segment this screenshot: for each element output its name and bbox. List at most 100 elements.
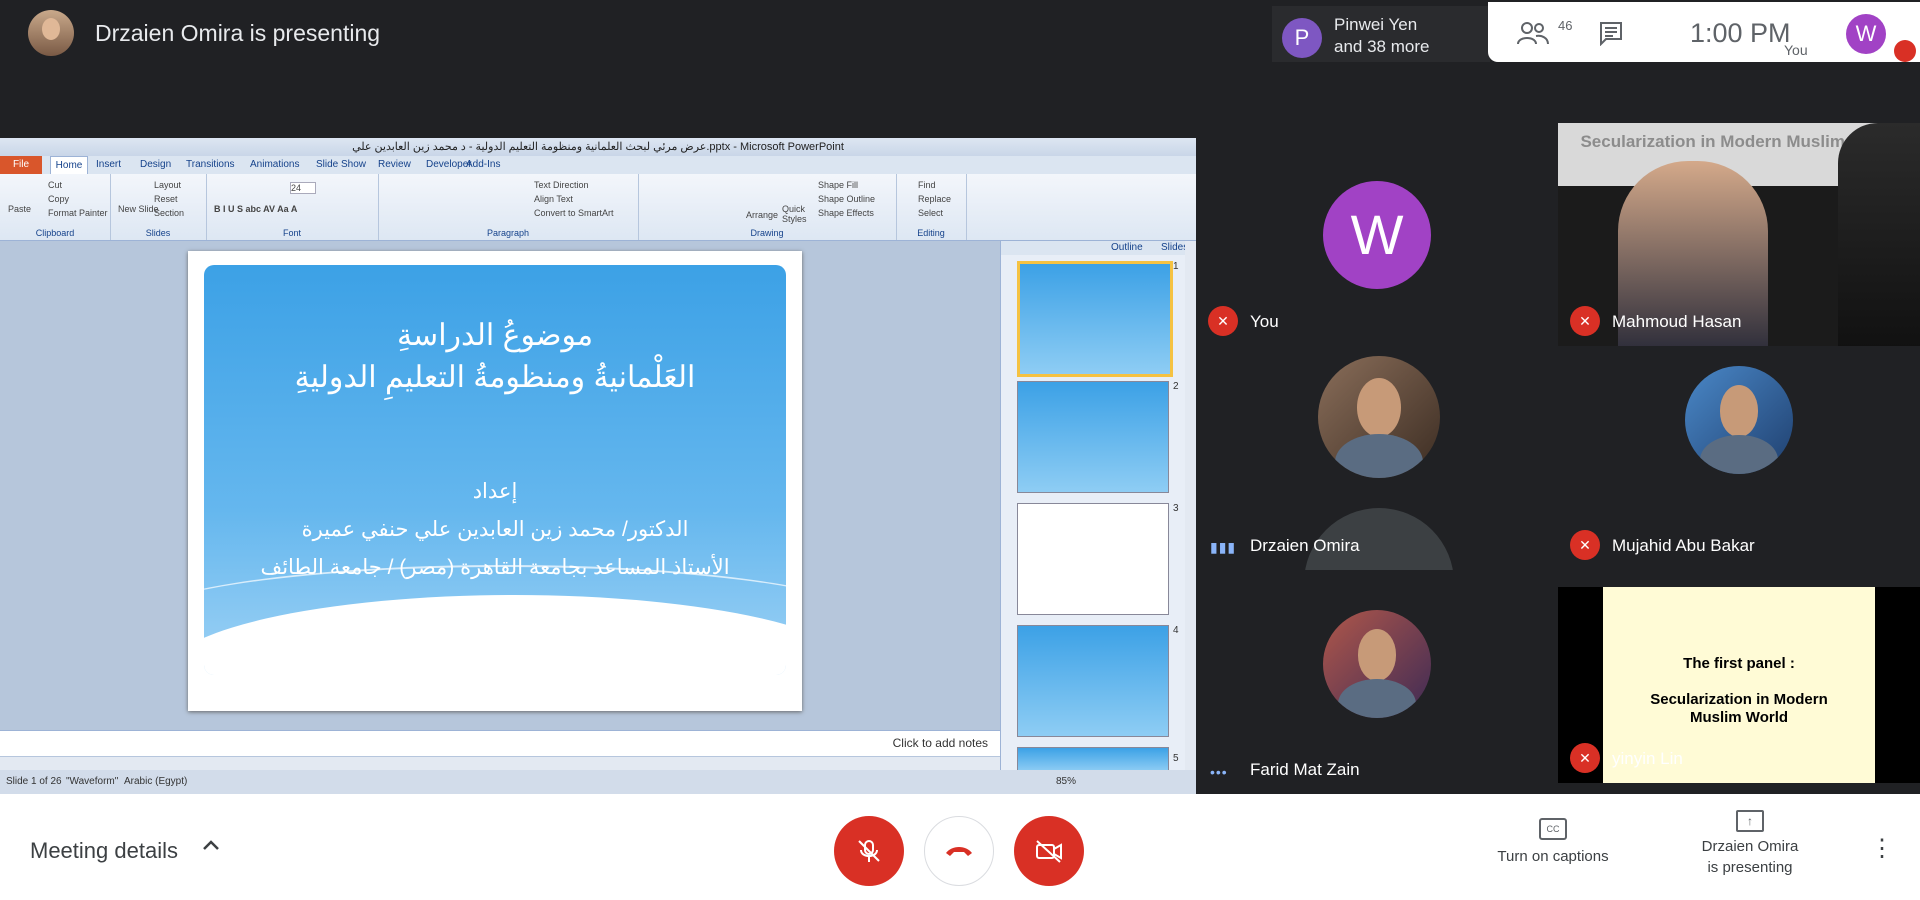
font-size-select[interactable]: 24 bbox=[290, 182, 316, 194]
mic-off-icon: ✕ bbox=[1570, 743, 1600, 773]
more-options-icon[interactable]: ⋮ bbox=[1870, 834, 1894, 863]
tile-mujahid-abu-bakar[interactable]: ✕ Mujahid Abu Bakar bbox=[1558, 346, 1920, 570]
paste-button[interactable]: Paste bbox=[8, 204, 31, 214]
text-direction-button[interactable]: Text Direction bbox=[534, 180, 589, 190]
tile-you[interactable]: W ✕ You bbox=[1196, 123, 1558, 346]
mic-off-icon bbox=[858, 840, 880, 862]
ppt-tab-review[interactable]: Review bbox=[378, 159, 411, 170]
slide-body-line: الدكتور/ محمد زين العابدين علي حنفي عمير… bbox=[301, 518, 689, 541]
ribbon-label: Font bbox=[282, 228, 301, 238]
camera-off-icon bbox=[1036, 840, 1062, 863]
camera-toggle-button[interactable] bbox=[1014, 816, 1084, 886]
format-painter-button[interactable]: Format Painter bbox=[48, 208, 108, 218]
ppt-tab-insert[interactable]: Insert bbox=[96, 159, 121, 170]
tab-outline[interactable]: Outline bbox=[1111, 242, 1143, 253]
slide-thumbnail[interactable] bbox=[1017, 381, 1169, 493]
align-text-button[interactable]: Align Text bbox=[534, 194, 573, 204]
ribbon-label: Drawing bbox=[750, 228, 784, 238]
slide-thumbnails-pane: Outline Slides 1 2 3 4 5 bbox=[1000, 241, 1196, 772]
quick-styles-button[interactable]: Quick Styles bbox=[782, 204, 812, 224]
chat-icon bbox=[1600, 22, 1622, 47]
meeting-details-button[interactable]: Meeting details bbox=[30, 838, 178, 864]
self-avatar[interactable]: W bbox=[1846, 14, 1886, 54]
participants-chip[interactable]: P Pinwei Yen and 38 more bbox=[1272, 6, 1490, 62]
participant-name: Mujahid Abu Bakar bbox=[1612, 536, 1755, 555]
shape-outline-button[interactable]: Shape Outline bbox=[818, 194, 875, 204]
slide-thumbnail[interactable] bbox=[1017, 625, 1169, 737]
select-button[interactable]: Select bbox=[918, 208, 943, 218]
slide-title-line: موضوعُ الدراسةِ bbox=[396, 319, 594, 352]
ribbon-group-drawing: Arrange Quick Styles Shape Fill Shape Ou… bbox=[638, 174, 897, 240]
thumbnail-scrollbar[interactable] bbox=[1185, 241, 1196, 770]
ppt-tab-view[interactable]: Developer bbox=[426, 159, 472, 170]
copy-button[interactable]: Copy bbox=[48, 194, 69, 204]
bold-button[interactable]: B I U S abc AV Aa A bbox=[214, 204, 297, 214]
ppt-ribbon-tabs: File Home Insert Design Transitions Anim… bbox=[0, 156, 1196, 175]
shared-screen-powerpoint: عرض مرئي لبحث العلمانية ومنظومة التعليم … bbox=[0, 138, 1196, 794]
ribbon-label: Editing bbox=[917, 228, 945, 238]
convert-smartart-button[interactable]: Convert to SmartArt bbox=[534, 208, 614, 218]
chat-button[interactable] bbox=[1598, 20, 1624, 51]
ppt-tab-transitions[interactable]: Transitions bbox=[186, 159, 235, 170]
ppt-tab-developer[interactable]: Add-Ins bbox=[466, 159, 500, 170]
mic-toggle-button[interactable] bbox=[834, 816, 904, 886]
slide-body: إعداد الدكتور/ محمد زين العابدين علي حنف… bbox=[204, 473, 786, 625]
layout-button[interactable]: Layout bbox=[154, 180, 181, 190]
notes-pane[interactable]: Click to add notes bbox=[0, 730, 1000, 757]
shape-effects-button[interactable]: Shape Effects bbox=[818, 208, 874, 218]
slide-editor[interactable]: موضوعُ الدراسةِ العَلْمانيةُ ومنظومةُ ال… bbox=[0, 241, 1000, 753]
mic-off-icon: ✕ bbox=[1208, 306, 1238, 336]
cut-button[interactable]: Cut bbox=[48, 180, 62, 190]
speaking-icon: ▮▮▮ bbox=[1210, 539, 1237, 555]
language: Arabic (Egypt) bbox=[124, 776, 188, 787]
people-count: 46 bbox=[1558, 18, 1573, 33]
tile-mahmoud-hasan[interactable]: Secularization in Modern Muslim World ✕ … bbox=[1558, 123, 1920, 346]
participant-photo bbox=[1318, 356, 1440, 478]
presenting-label: is presenting bbox=[1707, 859, 1793, 876]
zoom-level[interactable]: 85% bbox=[1056, 776, 1076, 787]
tile-yinyin-lin[interactable]: The first panel : Secularization in Mode… bbox=[1558, 587, 1920, 783]
horizontal-scrollbar[interactable] bbox=[0, 756, 1000, 771]
slide-title-line: العَلْمانيةُ ومنظومةُ التعليمِ الدوليةِ bbox=[294, 361, 696, 394]
you-avatar: W bbox=[1323, 181, 1431, 289]
slide-thumbnail[interactable] bbox=[1017, 503, 1169, 615]
captions-button[interactable]: CC Turn on captions bbox=[1488, 818, 1618, 865]
top-bar: Drzaien Omira is presenting P Pinwei Yen… bbox=[0, 0, 1920, 125]
participant-photo bbox=[1685, 366, 1793, 474]
slide-canvas[interactable]: موضوعُ الدراسةِ العَلْمانيةُ ومنظومةُ ال… bbox=[188, 251, 802, 711]
slide-title: موضوعُ الدراسةِ العَلْمانيةُ ومنظومةُ ال… bbox=[204, 315, 786, 399]
video-feed bbox=[1838, 123, 1920, 346]
chevron-up-icon[interactable] bbox=[200, 834, 222, 862]
bottom-bar: Meeting details CC Turn on captions ↑ Dr… bbox=[0, 794, 1920, 900]
thumb-number: 3 bbox=[1173, 503, 1179, 514]
ppt-tab-slideshow[interactable]: Slide Show bbox=[316, 159, 366, 170]
presenting-button[interactable]: ↑ Drzaien Omira is presenting bbox=[1680, 810, 1820, 878]
slide-thumbnail[interactable] bbox=[1017, 261, 1173, 377]
ppt-tab-file[interactable]: File bbox=[0, 156, 42, 174]
find-button[interactable]: Find bbox=[918, 180, 936, 190]
reset-button[interactable]: Reset bbox=[154, 194, 178, 204]
slide-body-line: الأستاذ المساعد بجامعة القاهرة (مصر) / ج… bbox=[260, 556, 730, 579]
ribbon-group-editing: Find Replace Select Editing bbox=[896, 174, 967, 240]
new-slide-button[interactable]: New Slide bbox=[118, 204, 159, 214]
ppt-ribbon: Paste Cut Copy Format Painter Clipboard … bbox=[0, 174, 1196, 241]
participant-photo bbox=[1323, 610, 1431, 718]
people-button[interactable]: 46 bbox=[1516, 18, 1576, 48]
ppt-tab-design[interactable]: Design bbox=[140, 159, 171, 170]
tile-farid-mat-zain[interactable]: ••• Farid Mat Zain bbox=[1196, 570, 1558, 794]
replace-button[interactable]: Replace bbox=[918, 194, 951, 204]
shape-fill-button[interactable]: Shape Fill bbox=[818, 180, 858, 190]
participant-more: and 38 more bbox=[1334, 37, 1430, 56]
leave-call-button[interactable] bbox=[924, 816, 994, 886]
tile-drzaien-omira[interactable]: ▮▮▮ Drzaien Omira bbox=[1196, 346, 1558, 658]
mic-off-icon: ✕ bbox=[1570, 306, 1600, 336]
participant-name: yinyin Lin bbox=[1612, 749, 1683, 768]
slide-thumbnail[interactable] bbox=[1017, 747, 1169, 772]
section-button[interactable]: Section bbox=[154, 208, 184, 218]
ppt-tab-animations[interactable]: Animations bbox=[250, 159, 299, 170]
ppt-title-bar: عرض مرئي لبحث العلمانية ومنظومة التعليم … bbox=[0, 138, 1196, 156]
arrange-button[interactable]: Arrange bbox=[746, 210, 778, 220]
notes-placeholder: Click to add notes bbox=[892, 736, 988, 750]
ppt-tab-home[interactable]: Home bbox=[50, 156, 88, 175]
ribbon-group-clipboard: Paste Cut Copy Format Painter Clipboard bbox=[0, 174, 111, 240]
